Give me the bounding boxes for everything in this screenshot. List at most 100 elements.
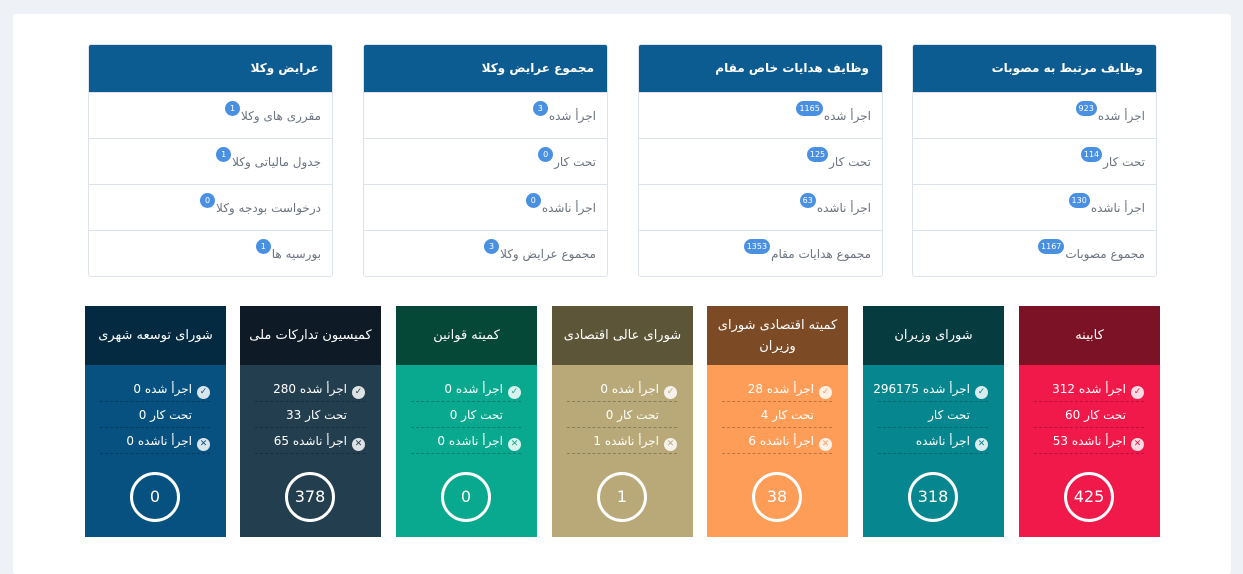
total-circle: 0 <box>130 472 180 522</box>
tile-body: ✓ اجرأ شده 0 تحت کار 0 ✕ اجرأ ناشده 0 0 <box>396 365 537 537</box>
card-title: عرایض وکلا <box>89 45 332 92</box>
list-item[interactable]: مقرری های وکلا 1 <box>89 92 332 138</box>
in-progress-row: تحت کار 0 <box>100 402 210 428</box>
list-item-label: اجرأ ناشده <box>541 200 596 215</box>
tile-title: شورای عالی اقتصادی <box>552 306 693 365</box>
list-item[interactable]: اجرأ ناشده 0 <box>364 184 607 230</box>
done-row: ✓ اجرأ شده 28 <box>722 376 832 402</box>
in-progress-text: تحت کار 4 <box>760 408 814 422</box>
done-text: اجرأ شده 296175 <box>873 382 970 396</box>
tile-title: کمیته قوانین <box>396 306 537 365</box>
count-badge: 1165 <box>796 101 823 116</box>
done-row: ✓ اجرأ شده 296175 <box>873 376 988 402</box>
count-badge: 125 <box>806 147 829 162</box>
list-item[interactable]: تحت کار 114 <box>913 138 1156 184</box>
x-circle-icon: ✕ <box>508 438 521 451</box>
list-item-label: تحت کار <box>554 154 596 169</box>
tile-supreme-economic-council[interactable]: شورای عالی اقتصادی ✓ اجرأ شده 0 تحت کار 0… <box>552 306 693 537</box>
count-badge: 923 <box>1075 101 1097 116</box>
list-item[interactable]: اجرأ شده 1165 <box>639 92 882 138</box>
total-circle: 318 <box>908 472 958 522</box>
count-badge: 0 <box>538 147 554 162</box>
count-badge: 0 <box>200 193 216 208</box>
list-item[interactable]: درخواست بودجه وکلا 0 <box>89 184 332 230</box>
in-progress-text: تحت کار <box>928 408 970 422</box>
count-badge: 1 <box>255 239 271 254</box>
card-title: وظایف مرتبط به مصوبات <box>913 45 1156 92</box>
count-badge: 1 <box>216 147 232 162</box>
list-item-label: اجرأ شده <box>1097 108 1145 123</box>
list-item[interactable]: اجرأ ناشده 63 <box>639 184 882 230</box>
list-item[interactable]: اجرأ ناشده 130 <box>913 184 1156 230</box>
in-progress-row: تحت کار 0 <box>411 402 521 428</box>
total-circle: 1 <box>597 472 647 522</box>
list-item-label: تحت کار <box>829 154 871 169</box>
count-badge: 1 <box>225 101 241 116</box>
list-item[interactable]: اجرأ شده 923 <box>913 92 1156 138</box>
x-circle-icon: ✕ <box>1131 438 1144 451</box>
in-progress-text: تحت کار 0 <box>449 408 503 422</box>
count-badge: 0 <box>525 193 541 208</box>
not-done-row: ✕ اجرأ ناشده 0 <box>100 428 210 454</box>
list-item-label: اجرأ شده <box>548 108 596 123</box>
list-item[interactable]: مجموع عرایض وکلا 3 <box>364 230 607 276</box>
in-progress-text: تحت کار 0 <box>605 408 659 422</box>
done-row: ✓ اجرأ شده 312 <box>1034 376 1144 402</box>
done-text: اجرأ شده 312 <box>1052 382 1126 396</box>
list-item[interactable]: تحت کار 125 <box>639 138 882 184</box>
tile-body: ✓ اجرأ شده 0 تحت کار 0 ✕ اجرأ ناشده 1 1 <box>552 365 693 537</box>
check-circle-icon: ✓ <box>1131 386 1144 399</box>
tile-cabinet[interactable]: کابینه ✓ اجرأ شده 312 تحت کار 60 ✕ اجرأ نا… <box>1019 306 1160 537</box>
list-item[interactable]: مجموع مصوبات 1167 <box>913 230 1156 276</box>
not-done-text: اجرأ ناشده 0 <box>437 434 503 448</box>
done-row: ✓ اجرأ شده 280 <box>255 376 365 402</box>
count-badge: 1353 <box>743 239 771 254</box>
tile-title: شورای توسعه شهری <box>85 306 226 365</box>
count-badge: 1167 <box>1038 239 1065 254</box>
x-circle-icon: ✕ <box>352 438 365 451</box>
done-row: ✓ اجرأ شده 0 <box>567 376 677 402</box>
list-item-label: بورسیه ها <box>271 246 321 261</box>
total-circle: 378 <box>285 472 335 522</box>
list-item[interactable]: اجرأ شده 3 <box>364 92 607 138</box>
tile-council-of-ministers[interactable]: شورای وزیران ✓ اجرأ شده 296175 تحت کار ✕ ا… <box>863 306 1004 537</box>
in-progress-row: تحت کار 33 <box>255 402 365 428</box>
tile-body: ✓ اجرأ شده 296175 تحت کار ✕ اجرأ ناشده 318 <box>863 365 1004 537</box>
done-row: ✓ اجرأ شده 0 <box>100 376 210 402</box>
check-circle-icon: ✓ <box>819 386 832 399</box>
in-progress-row: تحت کار 4 <box>722 402 832 428</box>
done-text: اجرأ شده 280 <box>273 382 347 396</box>
list-item[interactable]: مجموع هدایات مقام 1353 <box>639 230 882 276</box>
list-item[interactable]: تحت کار 0 <box>364 138 607 184</box>
tile-title: کمیته اقتصادی شورای وزیران <box>707 306 848 365</box>
not-done-text: اجرأ ناشده 6 <box>748 434 814 448</box>
in-progress-text: تحت کار 0 <box>138 408 192 422</box>
list-item[interactable]: جدول مالیاتی وکلا 1 <box>89 138 332 184</box>
check-circle-icon: ✓ <box>664 386 677 399</box>
not-done-row: ✕ اجرأ ناشده 65 <box>255 428 365 454</box>
x-circle-icon: ✕ <box>819 438 832 451</box>
card-special-directives: وظایف هدایات خاص مقام اجرأ شده 1165 تحت ک… <box>638 44 883 277</box>
check-circle-icon: ✓ <box>508 386 521 399</box>
check-circle-icon: ✓ <box>197 386 210 399</box>
tile-laws-committee[interactable]: کمیته قوانین ✓ اجرأ شده 0 تحت کار 0 ✕ اجرأ… <box>396 306 537 537</box>
tile-title: کابینه <box>1019 306 1160 365</box>
list-item[interactable]: بورسیه ها 1 <box>89 230 332 276</box>
done-row: ✓ اجرأ شده 0 <box>411 376 521 402</box>
tile-title: شورای وزیران <box>863 306 1004 365</box>
tile-national-procurement[interactable]: کمیسیون تدارکات ملی ✓ اجرأ شده 280 تحت کا… <box>240 306 381 537</box>
done-text: اجرأ شده 0 <box>133 382 192 396</box>
card-title: مجموع عرایض وکلا <box>364 45 607 92</box>
in-progress-row: تحت کار 0 <box>567 402 677 428</box>
list-item-label: درخواست بودجه وکلا <box>216 200 321 215</box>
tile-body: ✓اجرأ شده 280 تحت کار 33 ✕اجرأ ناشده 65 … <box>240 365 381 537</box>
total-circle: 38 <box>752 472 802 522</box>
tile-urban-development[interactable]: شورای توسعه شهری ✓ اجرأ شده 0 تحت کار 0 ✕… <box>85 306 226 537</box>
done-text: اجرأ شده 0 <box>600 382 659 396</box>
tile-title: کمیسیون تدارکات ملی <box>240 306 381 365</box>
list-item-label: تحت کار <box>1103 154 1145 169</box>
total-circle: 425 <box>1064 472 1114 522</box>
not-done-text: اجرأ ناشده 0 <box>126 434 192 448</box>
list-item-label: مجموع عرایض وکلا <box>500 246 596 261</box>
tile-economic-committee[interactable]: کمیته اقتصادی شورای وزیران ✓ اجرأ شده 28 … <box>707 306 848 537</box>
